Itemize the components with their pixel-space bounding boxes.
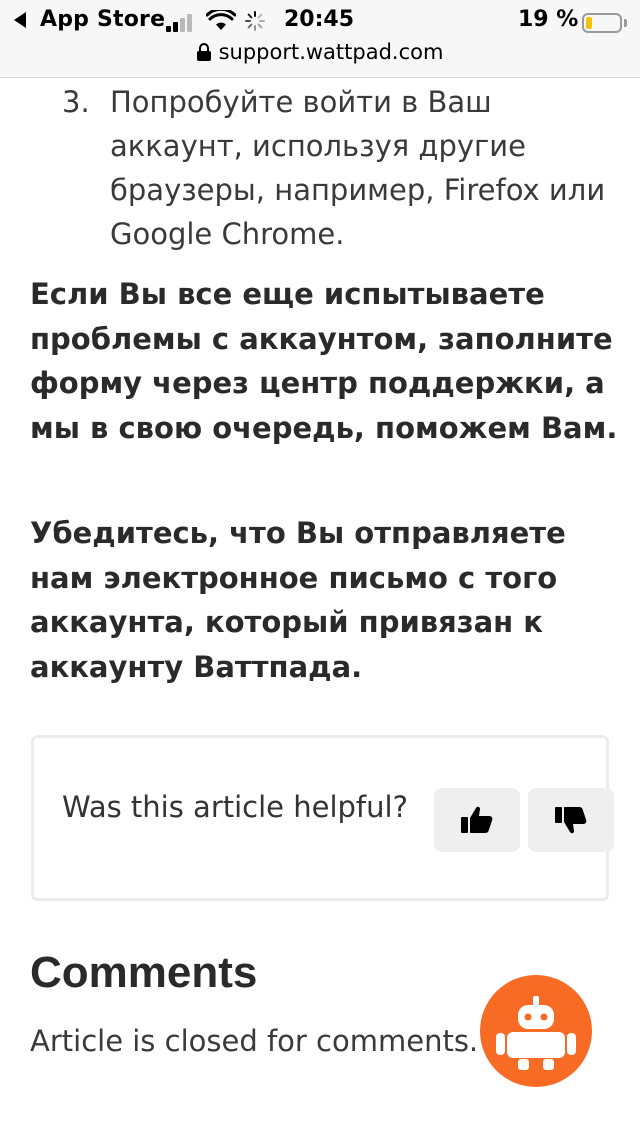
- battery-level-fill: [586, 17, 592, 29]
- cellular-signal-icon: [166, 14, 200, 32]
- activity-spinner-icon: [245, 11, 265, 31]
- battery-nub: [624, 19, 627, 27]
- support-paragraph: Если Вы все еще испытываете проблемы с а…: [30, 277, 618, 445]
- list-item-number: 3.: [62, 85, 90, 119]
- lock-icon: [196, 43, 211, 61]
- back-to-app-link[interactable]: App Store: [40, 7, 165, 32]
- thumbs-down-icon: [555, 807, 587, 834]
- comments-closed-text: Article is closed for comments.: [30, 1024, 479, 1058]
- help-chat-button[interactable]: [480, 975, 592, 1087]
- comments-heading: Comments: [30, 948, 258, 997]
- browser-top-bar: App Store 20:45 19 % support.wattpad.com: [0, 0, 640, 78]
- robot-icon: [496, 996, 576, 1070]
- vote-down-button[interactable]: [528, 788, 614, 852]
- email-paragraph: Убедитесь, что Вы отправляете нам электр…: [30, 516, 566, 684]
- url-text[interactable]: support.wattpad.com: [219, 40, 444, 64]
- vote-up-button[interactable]: [434, 788, 520, 852]
- battery-icon: [582, 13, 622, 33]
- article-vote-box: Was this article helpful?: [31, 735, 614, 901]
- address-bar[interactable]: support.wattpad.com: [0, 40, 640, 68]
- status-bar: App Store 20:45 19 %: [0, 6, 640, 36]
- battery-percent: 19 %: [518, 7, 579, 32]
- back-arrow-icon[interactable]: [14, 12, 26, 28]
- status-time: 20:45: [284, 7, 355, 32]
- wifi-icon: [206, 10, 236, 30]
- helpful-question: Was this article helpful?: [62, 790, 408, 824]
- list-item-text: Попробуйте войти в Ваш аккаунт, использу…: [110, 85, 606, 251]
- thumbs-up-icon: [461, 806, 493, 833]
